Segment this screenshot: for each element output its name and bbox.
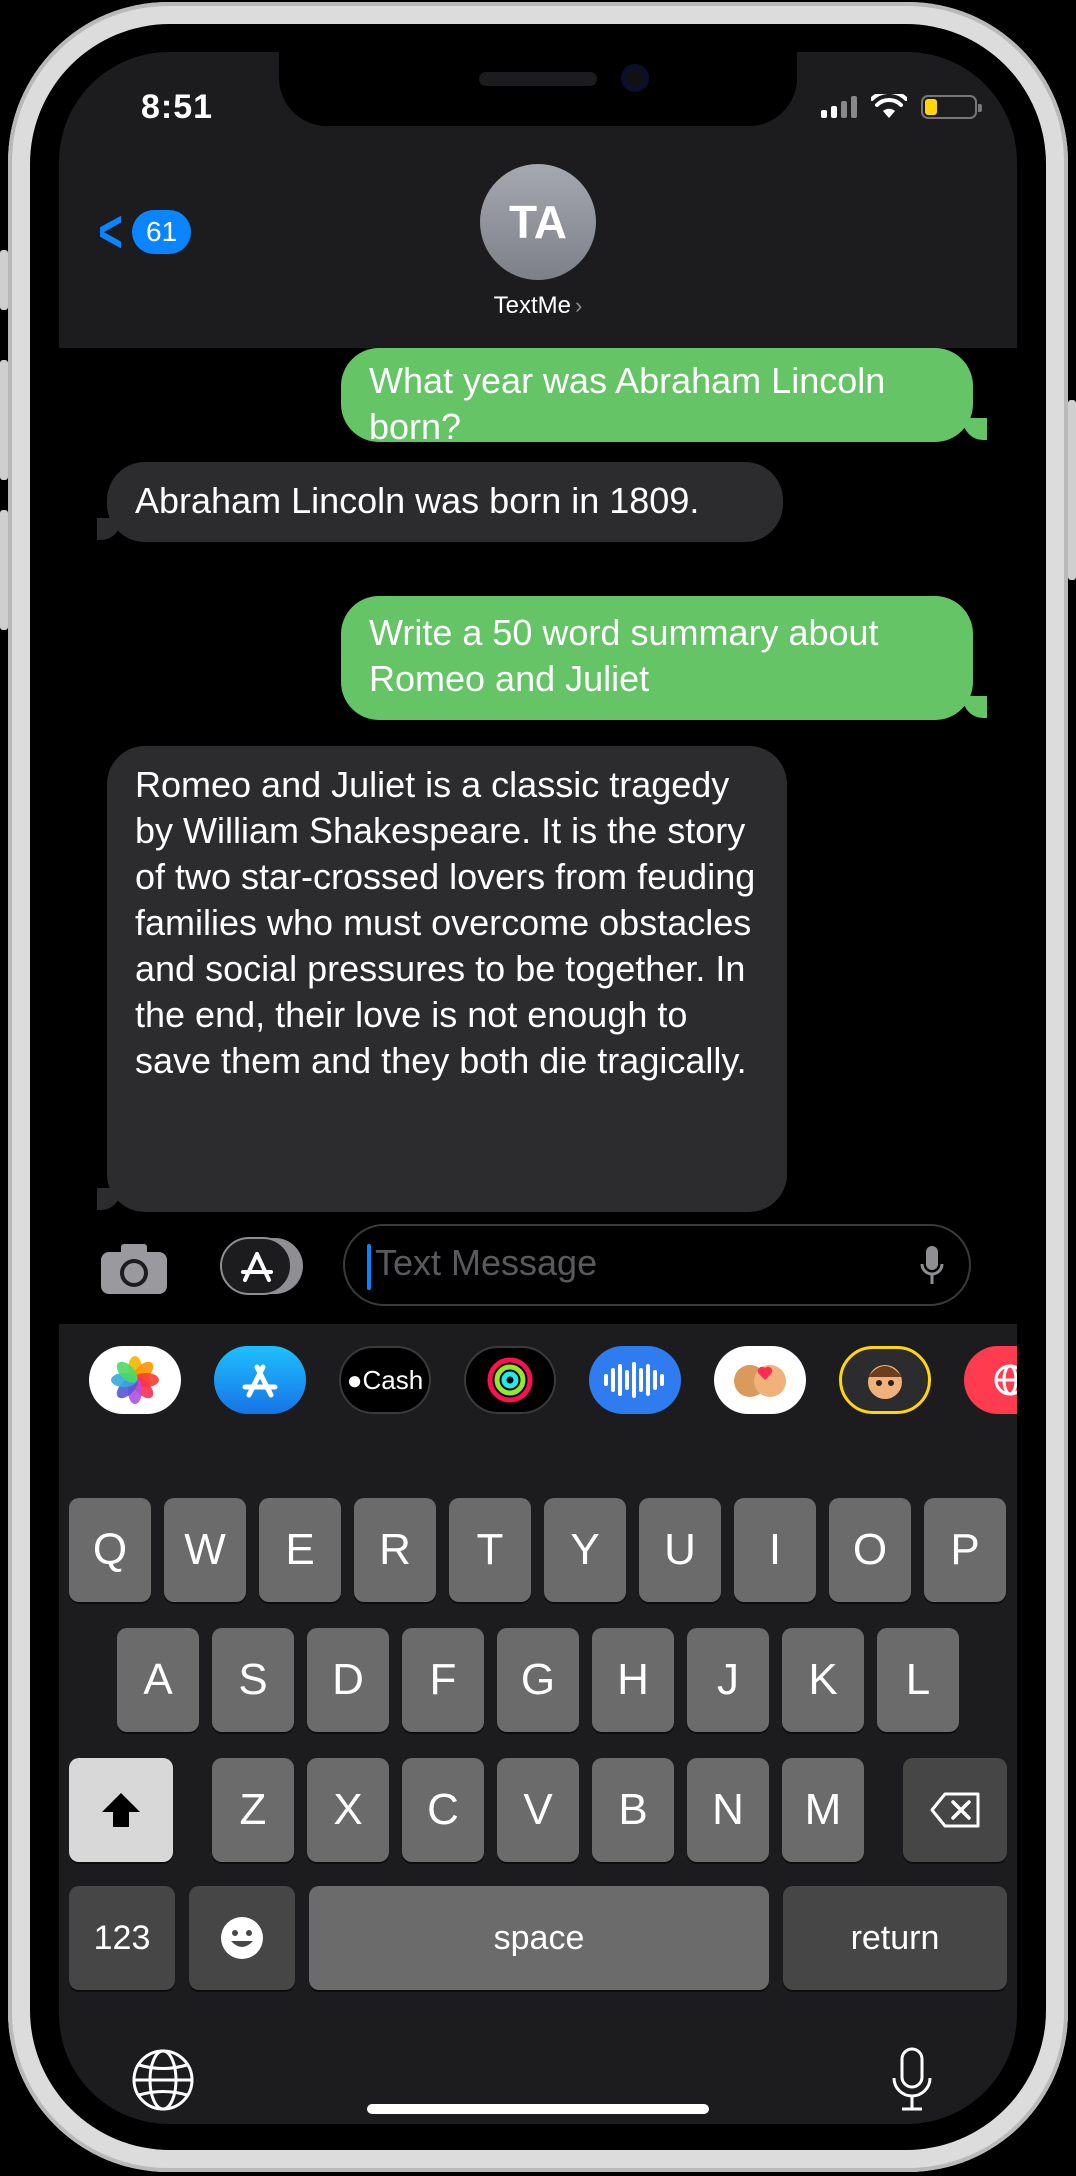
key-e[interactable]: E [259,1498,341,1602]
microphone-icon[interactable] [919,1244,945,1288]
key-v[interactable]: V [497,1758,579,1862]
volume-down-button [0,510,8,630]
shift-key[interactable] [69,1758,173,1862]
key-a[interactable]: A [117,1628,199,1732]
key-p[interactable]: P [924,1498,1006,1602]
shift-arrow-icon [102,1793,140,1827]
message-text: Abraham Lincoln was born in 1809. [135,480,700,521]
message-bubble-outgoing[interactable]: Write a 50 word summary about Romeo and … [341,596,973,720]
app-store-drawer-icon[interactable] [219,1236,305,1296]
bubble-tail [963,696,987,718]
key-t[interactable]: T [449,1498,531,1602]
apple-cash-icon[interactable]: ● Cash [339,1346,431,1414]
bubble-tail [97,518,121,540]
globe-icon[interactable] [131,2048,195,2112]
key-b[interactable]: B [592,1758,674,1862]
contact-name-row: TextMe › [59,292,1017,320]
delete-key[interactable] [903,1758,1007,1862]
battery-icon [921,95,982,119]
key-o[interactable]: O [829,1498,911,1602]
apple-logo-icon: ● [346,1364,363,1395]
key-u[interactable]: U [639,1498,721,1602]
photos-icon[interactable] [89,1346,181,1414]
key-l[interactable]: L [877,1628,959,1732]
key-r[interactable]: R [354,1498,436,1602]
key-h[interactable]: H [592,1628,674,1732]
chevron-right-icon: › [575,293,583,318]
key-w[interactable]: W [164,1498,246,1602]
bubble-tail [963,418,987,440]
animoji-icon[interactable] [839,1346,931,1414]
message-bubble-outgoing[interactable]: What year was Abraham Lincoln born? [341,348,973,447]
space-key[interactable]: space [309,1886,769,1990]
message-bubble-incoming[interactable]: Romeo and Juliet is a classic tragedy by… [107,746,787,1212]
emoji-icon [221,1917,263,1959]
home-indicator[interactable] [367,2104,709,2114]
text-cursor [367,1244,371,1290]
status-icons [821,94,982,120]
key-n[interactable]: N [687,1758,769,1862]
apple-cash-label: Cash [362,1364,424,1395]
contact-name: TextMe [493,292,572,319]
key-m[interactable]: M [782,1758,864,1862]
message-input-placeholder: Text Message [375,1242,598,1283]
front-camera-icon [621,64,649,92]
screen: 8:51 < 61 TA TextMe › What year was Abra… [59,52,1017,2124]
key-f[interactable]: F [402,1628,484,1732]
volume-up-button [0,360,8,480]
return-key[interactable]: return [783,1886,1007,1990]
message-text: Romeo and Juliet is a classic tragedy by… [135,764,756,1081]
backspace-icon [930,1792,980,1828]
memoji-stickers-icon[interactable] [714,1346,806,1414]
status-time: 8:51 [141,88,214,126]
camera-icon[interactable] [99,1240,169,1296]
mute-switch [0,250,8,310]
key-q[interactable]: Q [69,1498,151,1602]
compose-bar: Text Message [59,1224,1017,1324]
web-search-icon[interactable] [964,1346,1017,1414]
avatar: TA [480,164,596,280]
key-i[interactable]: I [734,1498,816,1602]
wifi-icon [871,94,907,118]
contact-info[interactable]: TA TextMe › [59,164,1017,320]
message-input[interactable]: Text Message [343,1224,971,1306]
imessage-app-strip: ● Cash [59,1324,1017,1434]
key-z[interactable]: Z [212,1758,294,1862]
keyboard: Q W E R T Y U I O P A S D F G H J K L Z … [59,1434,1017,2124]
audio-message-icon[interactable] [589,1346,681,1414]
emoji-key[interactable] [189,1886,295,1990]
message-bubble-incoming[interactable]: Abraham Lincoln was born in 1809. [107,462,783,542]
numbers-key[interactable]: 123 [69,1886,175,1990]
activity-icon[interactable] [464,1346,556,1414]
key-d[interactable]: D [307,1628,389,1732]
bubble-tail [97,1188,121,1210]
key-x[interactable]: X [307,1758,389,1862]
cellular-signal-icon [821,96,857,118]
dictation-microphone-icon[interactable] [889,2046,935,2114]
app-store-icon[interactable] [214,1346,306,1414]
key-k[interactable]: K [782,1628,864,1732]
message-text: Write a 50 word summary about Romeo and … [369,612,879,699]
key-j[interactable]: J [687,1628,769,1732]
message-text: What year was Abraham Lincoln born? [369,360,886,447]
key-y[interactable]: Y [544,1498,626,1602]
key-c[interactable]: C [402,1758,484,1862]
notch [279,52,797,126]
key-s[interactable]: S [212,1628,294,1732]
power-button [1068,400,1076,580]
message-thread[interactable]: What year was Abraham Lincoln born? Abra… [59,348,1017,1238]
key-g[interactable]: G [497,1628,579,1732]
